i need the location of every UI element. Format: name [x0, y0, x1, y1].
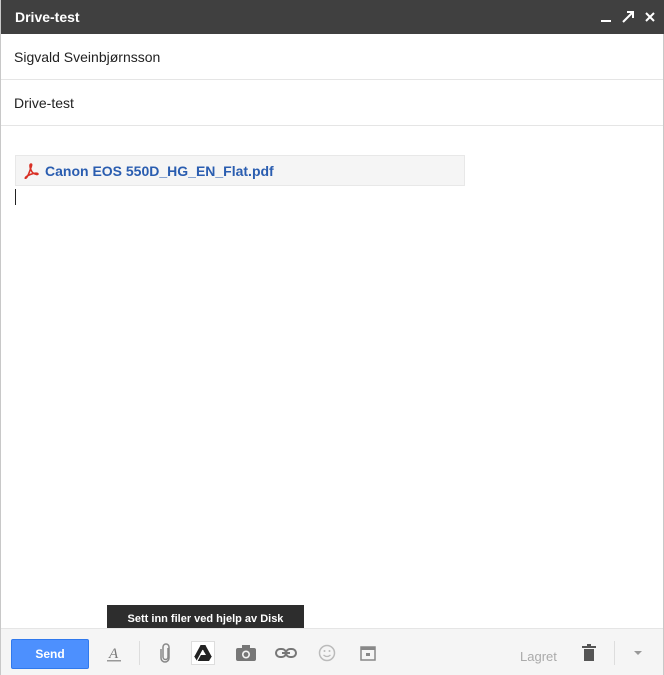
compose-title: Drive-test — [15, 9, 80, 25]
compose-window: Drive-test Sigvald Sveinbjørnsson Drive-… — [0, 0, 664, 675]
compose-titlebar[interactable]: Drive-test — [1, 0, 664, 34]
subject-field[interactable]: Drive-test — [1, 80, 663, 126]
recipient-name: Sigvald Sveinbjørnsson — [14, 49, 161, 65]
toolbar-divider — [139, 641, 140, 665]
popout-icon[interactable] — [619, 7, 637, 27]
attachment-chip[interactable]: Canon EOS 550D_HG_EN_Flat.pdf — [15, 155, 465, 186]
close-icon[interactable] — [641, 7, 659, 27]
window-controls — [597, 6, 659, 28]
chevron-down-icon[interactable] — [626, 641, 650, 665]
formatting-icon[interactable]: A — [102, 641, 126, 665]
compose-toolbar: Send A Lagret — [1, 628, 663, 675]
to-field[interactable]: Sigvald Sveinbjørnsson — [1, 34, 663, 80]
camera-icon[interactable] — [234, 641, 258, 665]
drive-icon[interactable] — [191, 641, 215, 665]
calendar-icon[interactable] — [356, 641, 380, 665]
minimize-icon[interactable] — [597, 7, 615, 27]
attachment-name-link[interactable]: Canon EOS 550D_HG_EN_Flat.pdf — [45, 163, 274, 179]
link-icon[interactable] — [274, 641, 298, 665]
subject-text: Drive-test — [14, 95, 74, 111]
saved-status: Lagret — [520, 649, 557, 664]
text-cursor — [15, 189, 16, 205]
svg-text:A: A — [108, 646, 119, 662]
pdf-icon — [22, 162, 40, 180]
trash-icon[interactable] — [577, 641, 601, 665]
tooltip-text: Sett inn filer ved hjelp av Disk — [127, 613, 284, 625]
send-button[interactable]: Send — [11, 639, 89, 669]
paperclip-icon[interactable] — [154, 641, 178, 665]
emoji-icon[interactable] — [315, 641, 339, 665]
toolbar-divider — [614, 641, 615, 665]
message-body[interactable]: Canon EOS 550D_HG_EN_Flat.pdf — [1, 127, 663, 627]
